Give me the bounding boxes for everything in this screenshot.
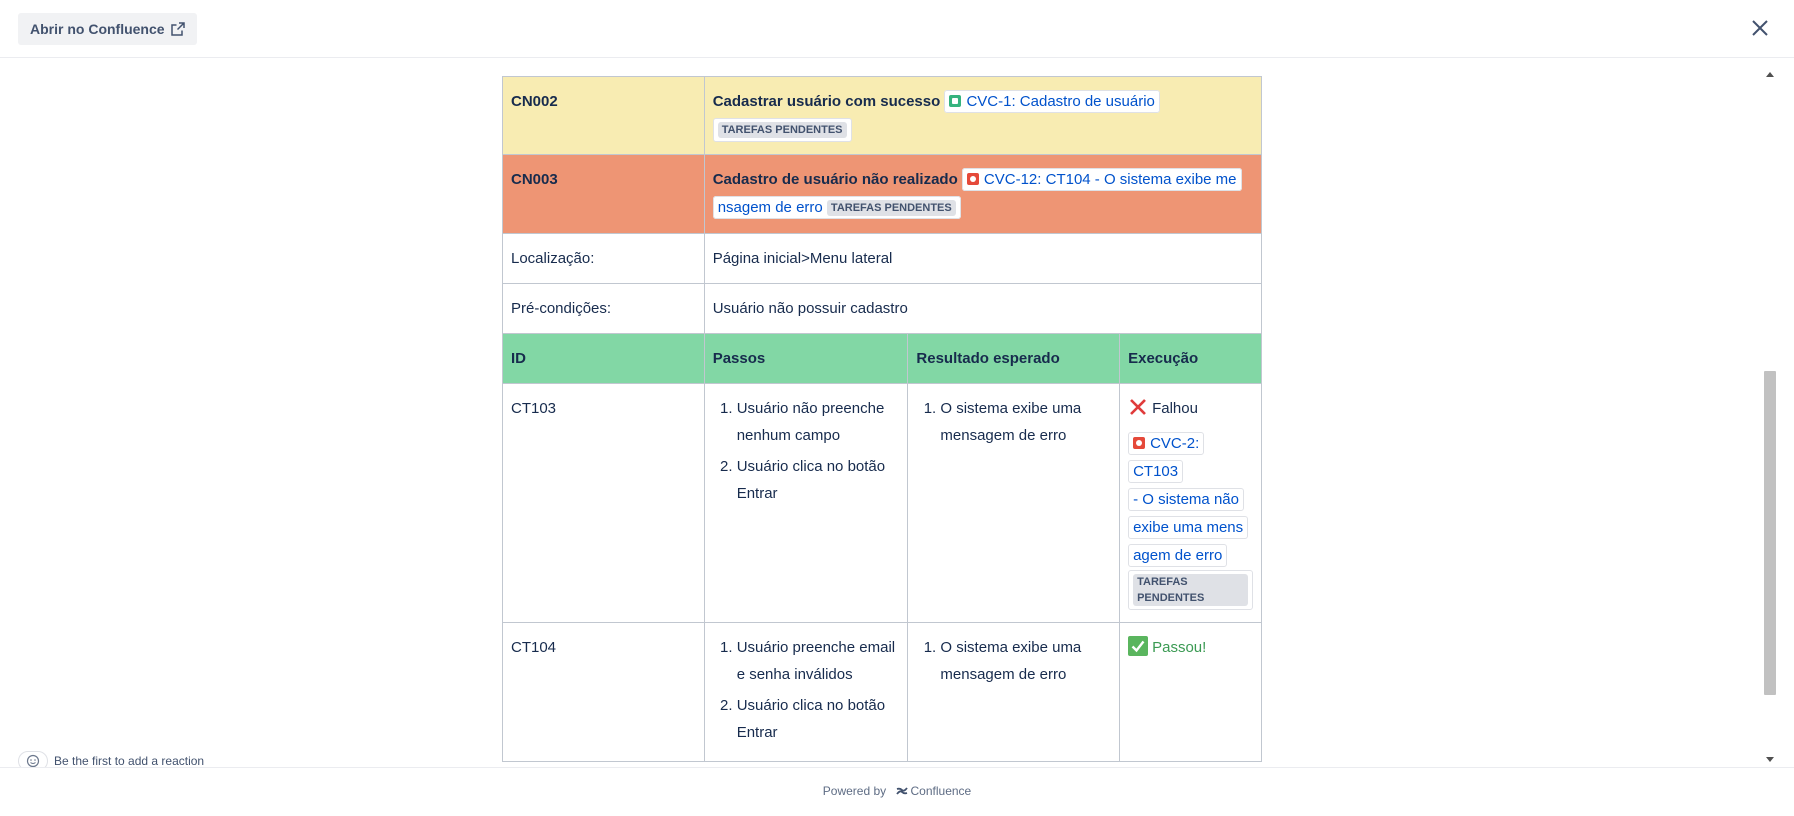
scroll-down-icon[interactable] <box>1766 757 1774 762</box>
execution-result: Falhou <box>1128 395 1253 422</box>
step-item: Usuário não preenche nenhum campo <box>737 395 900 449</box>
step-item: Usuário clica no botão Entrar <box>737 453 900 507</box>
test-case-table: CN002 Cadastrar usuário com sucesso CVC-… <box>502 76 1263 762</box>
powered-by-label: Powered by <box>822 784 887 798</box>
expected-list: O sistema exibe uma mensagem de erro <box>916 395 1111 449</box>
step-item: Usuário clica no botão Entrar <box>737 692 900 746</box>
external-link-icon <box>170 22 185 36</box>
expected-list: O sistema exibe uma mensagem de erro <box>916 634 1111 688</box>
header-steps: Passos <box>703 333 909 384</box>
jira-issue-link[interactable]: CVC-2: CT103 - O sistema não exibe uma m… <box>1128 430 1253 611</box>
bottom-bar: Powered by Confluence <box>0 767 1794 816</box>
story-icon <box>949 95 962 107</box>
expected-item: O sistema exibe uma mensagem de erro <box>940 395 1111 449</box>
scroll-up-icon[interactable] <box>1766 72 1774 77</box>
execution-result-label: Falhou <box>1152 400 1198 417</box>
jira-issue-label: CVC-1: Cadastro de usuário <box>966 93 1155 110</box>
scenario-title: Cadastrar usuário com sucesso <box>712 93 941 110</box>
scrollbar-thumb[interactable] <box>1764 371 1776 695</box>
preconditions-value: Usuário não possuir cadastro <box>703 283 1263 334</box>
test-id: CT103 <box>502 383 705 623</box>
steps-cell: Usuário não preenche nenhum campo Usuári… <box>703 383 909 623</box>
status-badge-box: TAREFAS PENDENTES <box>1128 570 1253 610</box>
jira-issue-line: agem de erro <box>1128 544 1228 567</box>
status-badge: TAREFAS PENDENTES <box>826 200 956 216</box>
preconditions-row: Pré-condições: Usuário não possuir cadas… <box>502 283 1263 334</box>
scrollbar[interactable] <box>1762 67 1778 767</box>
confluence-logo-icon <box>895 787 908 795</box>
scenario-row-cn002: CN002 Cadastrar usuário com sucesso CVC-… <box>502 76 1263 155</box>
header-execution: Execução <box>1119 333 1262 384</box>
scenario-row-cn003: CN003 Cadastro de usuário não realizado … <box>502 154 1263 234</box>
steps-list: Usuário preenche email e senha inválidos… <box>713 634 900 746</box>
location-value: Página inicial>Menu lateral <box>703 233 1263 284</box>
test-id: CT104 <box>502 622 705 762</box>
step-item: Usuário preenche email e senha inválidos <box>737 634 900 688</box>
execution-cell: Falhou CVC-2: CT103 - O sistema não exib… <box>1119 383 1262 623</box>
steps-list: Usuário não preenche nenhum campo Usuári… <box>713 395 900 507</box>
execution-result-label: Passou! <box>1152 639 1207 656</box>
steps-cell: Usuário preenche email e senha inválidos… <box>703 622 909 762</box>
header-row: ID Passos Resultado esperado Execução <box>502 333 1262 384</box>
check-mark-icon <box>1128 636 1149 656</box>
header-expected: Resultado esperado <box>907 333 1121 384</box>
reaction-text: Be the first to add a reaction <box>54 754 205 768</box>
jira-issue-link-continued[interactable]: nsagem de erro TAREFAS PENDENTES <box>712 196 961 219</box>
expected-cell: O sistema exibe uma mensagem de erro <box>907 622 1121 762</box>
scenario-title: Cadastro de usuário não realizado <box>712 171 958 188</box>
status-badge-box: TAREFAS PENDENTES <box>712 118 852 142</box>
jira-issue-link[interactable]: CVC-1: Cadastro de usuário <box>944 90 1160 113</box>
test-row-ct104: CT104 Usuário preenche email e senha inv… <box>502 622 1262 762</box>
bug-icon <box>966 173 979 185</box>
cross-mark-icon <box>1130 399 1147 415</box>
jira-issue-label-line1: CVC-12: CT104 - O sistema exibe me <box>983 171 1237 188</box>
preconditions-label: Pré-condições: <box>502 283 705 334</box>
powered-by: Powered by Confluence <box>0 784 1794 798</box>
header-id: ID <box>502 333 705 384</box>
brand-label: Confluence <box>910 784 972 798</box>
jira-issue-line: exibe uma mens <box>1128 516 1249 539</box>
expected-cell: O sistema exibe uma mensagem de erro <box>907 383 1121 623</box>
jira-issue-link[interactable]: CVC-12: CT104 - O sistema exibe me <box>961 168 1242 191</box>
expected-item: O sistema exibe uma mensagem de erro <box>940 634 1111 688</box>
test-row-ct103: CT103 Usuário não preenche nenhum campo … <box>502 383 1262 623</box>
status-badge: TAREFAS PENDENTES <box>1133 574 1248 606</box>
location-row: Localização: Página inicial>Menu lateral <box>502 233 1263 284</box>
scenario-cell: Cadastrar usuário com sucesso CVC-1: Cad… <box>703 76 1263 155</box>
top-bar: Abrir no Confluence <box>0 0 1794 58</box>
jira-issue-line: CVC-2: CT103 <box>1128 432 1205 483</box>
location-label: Localização: <box>502 233 705 284</box>
bug-icon <box>1133 437 1146 449</box>
status-badge: TAREFAS PENDENTES <box>717 122 847 138</box>
open-in-confluence-button[interactable]: Abrir no Confluence <box>18 13 197 45</box>
scenario-cell: Cadastro de usuário não realizado CVC-12… <box>703 154 1263 234</box>
close-icon[interactable] <box>1748 16 1772 40</box>
jira-issue-line: - O sistema não <box>1128 488 1244 511</box>
scenario-id: CN003 <box>502 154 705 234</box>
scenario-id: CN002 <box>502 76 705 155</box>
open-in-confluence-label: Abrir no Confluence <box>30 21 165 37</box>
execution-cell: Passou! <box>1119 622 1262 762</box>
jira-issue-label-line2: nsagem de erro <box>717 199 823 216</box>
